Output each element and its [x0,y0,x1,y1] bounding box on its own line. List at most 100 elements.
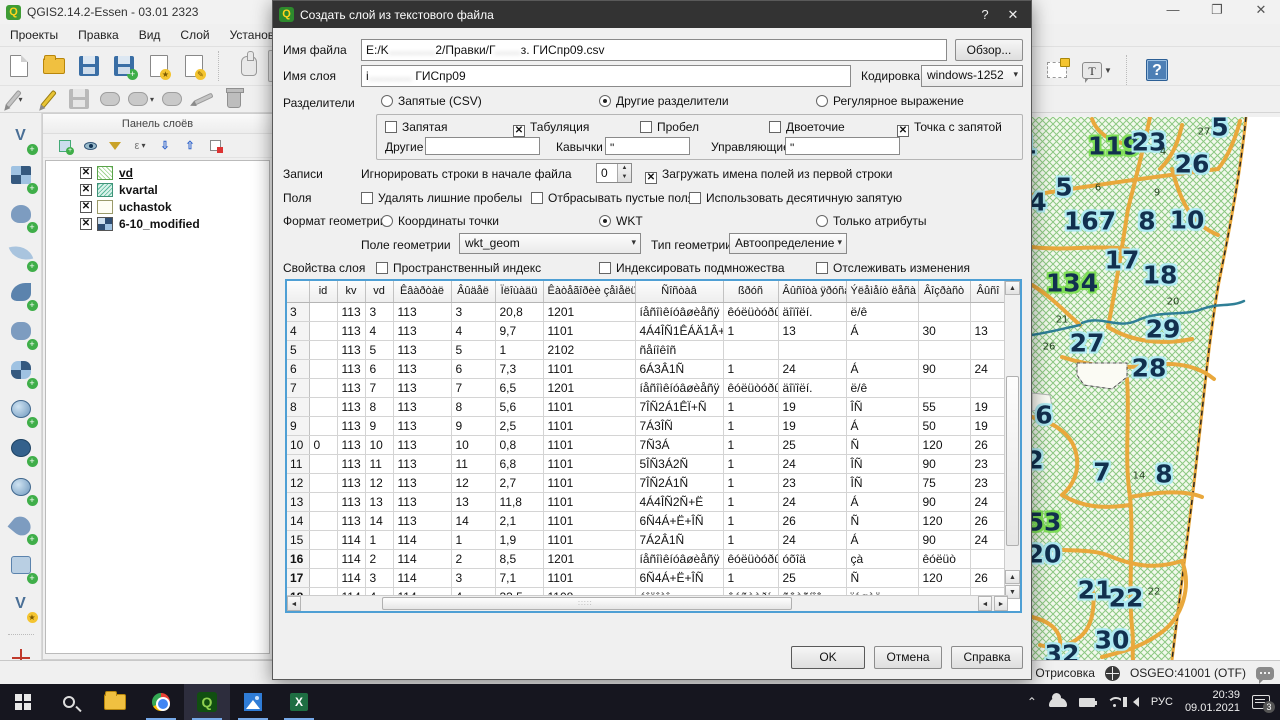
add-postgis-layer-icon[interactable]: + [8,205,34,229]
delete-selected-button[interactable] [220,87,248,111]
add-vector-layer-icon[interactable]: V+ [8,127,34,151]
geometry-type-combobox[interactable]: Автоопределение [729,233,847,254]
scroll-up-icon[interactable]: ▲ [1005,281,1020,295]
close-button[interactable]: ✕ [1250,2,1272,18]
skip-lines-spinner[interactable]: 0▲▼ [596,163,632,183]
ok-button[interactable]: OK [791,646,865,669]
language-indicator[interactable]: РУС [1151,696,1173,708]
radio-regex[interactable]: Регулярное выражение [816,94,964,108]
map-tips-button[interactable] [1041,54,1073,86]
layer-item-vd[interactable]: vd [80,165,269,181]
chrome-button[interactable] [138,684,184,720]
touch-zoom-button[interactable] [233,50,265,82]
move-feature-button[interactable] [158,87,186,111]
save-project-button[interactable] [73,50,105,82]
action-center-icon[interactable]: 3 [1252,695,1270,709]
add-group-icon[interactable]: + [57,138,73,154]
add-wcs-layer-icon[interactable]: + [8,439,34,463]
filter-legend-icon[interactable] [107,138,123,154]
layer-name-input[interactable]: i............. ГИСпр09 [361,65,851,87]
label-tool-button[interactable]: T▼ [1076,54,1118,86]
maximize-button[interactable]: ❐ [1206,2,1228,18]
expand-all-icon[interactable]: ⇩ [157,138,173,154]
layer-item-6-10_modified[interactable]: 6-10_modified [80,216,269,232]
add-mssql-layer-icon[interactable]: + [8,283,34,307]
new-composer-button[interactable]: ★ [143,50,175,82]
cancel-button[interactable]: Отмена [874,646,942,669]
minimize-button[interactable]: — [1162,2,1184,18]
scroll-left-icon[interactable]: ◄ [287,596,301,611]
checkbox-trim[interactable]: Удалять лишние пробелы [361,191,522,205]
layer-checkbox[interactable] [80,201,92,213]
radio-csv[interactable]: Запятые (CSV) [381,94,482,108]
add-oracle-layer-icon[interactable]: + [8,322,34,346]
checkbox-subset-index[interactable]: Индексировать подмножества [599,261,785,275]
help-button-toolbar[interactable]: ? [1141,54,1173,86]
collapse-all-icon[interactable]: ⇧ [182,138,198,154]
other-delim-input[interactable] [425,137,540,155]
menu-item-4[interactable]: Слой [170,25,219,45]
start-button[interactable] [0,684,46,720]
layer-visibility-icon[interactable] [82,138,98,154]
layer-checkbox[interactable] [80,218,92,230]
open-project-button[interactable] [38,50,70,82]
spinner-arrows-icon[interactable]: ▲▼ [617,164,631,182]
new-project-button[interactable] [3,50,35,82]
qgis-taskbar-button[interactable]: Q [184,684,230,720]
menu-item-1[interactable]: Проекты [0,25,68,45]
node-tool-button[interactable] [189,87,217,111]
help-button[interactable]: Справка [951,646,1023,669]
encoding-combobox[interactable]: windows-1252 [921,65,1023,87]
checkbox-first-row-fields[interactable]: Загружать имена полей из первой строки [645,167,893,184]
add-virtual-layer-icon[interactable]: + [8,556,34,580]
crs-status[interactable]: OSGEO:41001 (OTF) [1130,666,1246,680]
new-shapefile-layer-icon[interactable]: V★ [8,595,34,619]
radio-wkt[interactable]: WKT [599,214,643,228]
scroll-right-icon[interactable]: ► [994,596,1008,611]
file-name-input[interactable]: E:/K..............2/Правки/Г........з. Г… [361,39,947,61]
vertical-scrollbar[interactable]: ▲ ▲ ▼ [1004,281,1020,599]
radio-attributes-only[interactable]: Только атрибуты [816,214,926,228]
quote-input[interactable]: " [605,137,690,155]
add-oracle-georaster-icon[interactable]: + [8,517,34,541]
battery-icon[interactable] [1079,698,1095,707]
save-project-as-button[interactable]: + [108,50,140,82]
save-edits-button[interactable] [65,87,93,111]
add-spatialite-layer-icon[interactable]: + [8,244,34,268]
clock[interactable]: 20:3909.01.2021 [1185,689,1240,715]
checkbox-semicolon[interactable]: Точка с запятой [897,120,1002,137]
excel-button[interactable]: X [276,684,322,720]
tray-expand-icon[interactable]: ⌃ [1027,695,1037,709]
add-feature-button[interactable] [96,87,124,111]
dialog-close-button[interactable]: ✕ [1001,5,1025,24]
add-wms-layer-icon[interactable]: + [8,400,34,424]
dialog-help-button[interactable]: ? [973,5,997,24]
onedrive-icon[interactable] [1049,698,1067,707]
menu-item-2[interactable]: Правка [68,25,129,45]
file-explorer-button[interactable] [92,684,138,720]
checkbox-spatial-index[interactable]: Пространственный индекс [376,261,541,275]
toggle-editing-button[interactable] [34,87,62,111]
composer-manager-button[interactable]: ✎ [178,50,210,82]
geometry-field-combobox[interactable]: wkt_geom [459,233,641,254]
menu-item-3[interactable]: Вид [129,25,171,45]
layer-item-kvartal[interactable]: kvartal [80,182,269,198]
current-edits-button[interactable]: ▾ [3,87,31,111]
messages-icon[interactable] [1256,667,1274,680]
expression-filter-icon[interactable]: ε▾ [132,138,148,154]
checkbox-comma[interactable]: Запятая [385,120,447,134]
search-button[interactable] [46,684,92,720]
scroll-up2-icon[interactable]: ▲ [1005,570,1020,584]
radio-point-coords[interactable]: Координаты точки [381,214,499,228]
checkbox-tab[interactable]: Табуляция [513,120,589,137]
add-wfs-layer-icon[interactable]: + [8,478,34,502]
speaker-icon[interactable] [1133,697,1139,707]
vertical-scroll-thumb[interactable] [1006,376,1019,546]
horizontal-scroll-thumb[interactable]: ::::: [382,597,792,610]
checkbox-colon[interactable]: Двоеточие [769,120,845,134]
scroll-left2-icon[interactable]: ◄ [978,596,992,611]
browse-button[interactable]: Обзор... [955,39,1023,61]
escape-input[interactable]: " [785,137,900,155]
checkbox-space[interactable]: Пробел [640,120,699,134]
checkbox-watch-file[interactable]: Отслеживать изменения [816,261,970,275]
